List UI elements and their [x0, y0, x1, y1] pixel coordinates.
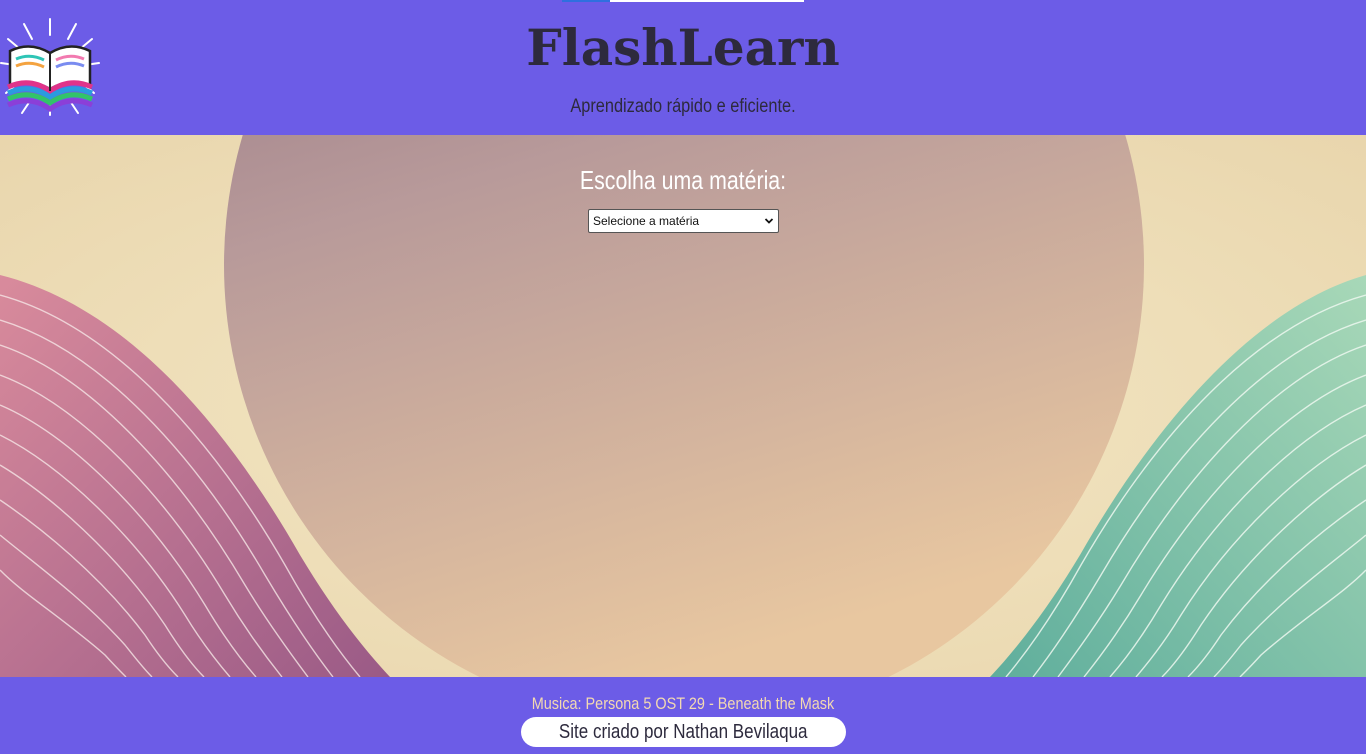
subject-label: Escolha uma matéria:	[579, 165, 787, 195]
site-title: FlashLearn	[526, 18, 840, 77]
audio-progress-bar[interactable]	[562, 0, 804, 2]
music-credit: Musica: Persona 5 OST 29 - Beneath the M…	[531, 694, 835, 713]
chevron-down-icon	[764, 218, 774, 224]
subject-select[interactable]: Selecione a matéria	[588, 209, 779, 233]
author-credit-text: Site criado por Nathan Bevilaqua	[559, 720, 808, 743]
author-credit: Site criado por Nathan Bevilaqua	[521, 717, 846, 747]
site-header: FlashLearn Aprendizado rápido e eficient…	[0, 0, 1366, 135]
main-content: Escolha uma matéria: Selecione a matéria	[0, 135, 1366, 677]
site-footer: Musica: Persona 5 OST 29 - Beneath the M…	[0, 677, 1366, 754]
site-subtitle: Aprendizado rápido e eficiente.	[570, 96, 796, 117]
subject-select-value: Selecione a matéria	[593, 214, 700, 228]
audio-progress-fill	[562, 0, 611, 2]
